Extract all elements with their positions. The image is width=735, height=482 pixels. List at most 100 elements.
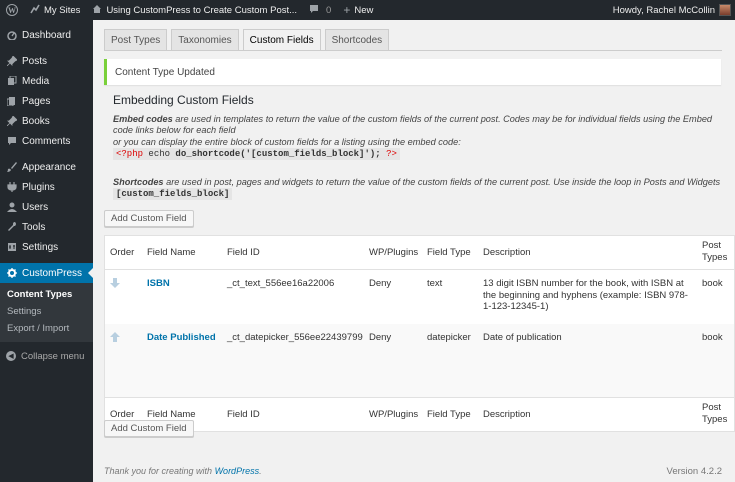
tab-custom-fields[interactable]: Custom Fields <box>242 29 321 51</box>
sidebar-item-appearance[interactable]: Appearance <box>0 157 93 177</box>
move-up-button[interactable] <box>110 332 120 346</box>
submenu-content-types[interactable]: Content Types <box>0 286 93 303</box>
sidebar-item-label: Books <box>22 115 50 127</box>
admin-sidebar: Dashboard Posts Media Pages Books Commen… <box>0 20 93 482</box>
field-type: datepicker <box>427 332 471 343</box>
sidebar-item-label: Tools <box>22 221 46 233</box>
add-custom-field-button-top[interactable]: Add Custom Field <box>104 210 194 227</box>
wp-logo-button[interactable]: W <box>0 0 24 20</box>
field-description: 13 digit ISBN number for the book, with … <box>483 278 688 312</box>
field-description: Date of publication <box>483 332 562 343</box>
sidebar-item-posts[interactable]: Posts <box>0 51 93 71</box>
new-label: New <box>354 4 374 16</box>
dashboard-icon <box>6 30 17 41</box>
table-footer-row: Order Field Name Field ID WP/Plugins Fie… <box>105 397 734 431</box>
header-field-type: Field Type <box>427 247 471 258</box>
arrow-down-icon <box>110 278 120 288</box>
submenu-export-import[interactable]: Export / Import <box>0 320 93 337</box>
thanks-suffix: . <box>259 466 262 476</box>
sidebar-item-custompress[interactable]: CustomPress <box>0 263 93 283</box>
shortcode-snippet: [custom_fields_block] <box>113 188 233 201</box>
sidebar-item-label: Users <box>22 201 49 213</box>
shortcodes-term: Shortcodes <box>113 177 164 187</box>
wordpress-link[interactable]: WordPress <box>215 466 260 476</box>
collapse-menu-button[interactable]: ◀ Collapse menu <box>0 346 93 366</box>
field-wp-plugins: Deny <box>369 332 392 343</box>
shortcodes-description: Shortcodes are used in post, pages and w… <box>113 177 733 201</box>
field-post-types: book <box>702 278 723 289</box>
my-sites-button[interactable]: My Sites <box>24 0 86 20</box>
sidebar-item-label: Pages <box>22 95 51 107</box>
add-custom-field-button-bottom[interactable]: Add Custom Field <box>104 420 194 437</box>
notice-text: Content Type Updated <box>115 66 215 78</box>
howdy-text: Howdy, Rachel McCollin <box>612 4 715 16</box>
shortcodes-text: are used in post, pages and widgets to r… <box>163 177 721 187</box>
thanks-prefix: Thank you for creating with <box>104 466 215 476</box>
sidebar-item-tools[interactable]: Tools <box>0 217 93 237</box>
php-close-tag: ?> <box>386 148 397 159</box>
site-title: Using CustomPress to Create Custom Post.… <box>106 4 298 16</box>
table-row: ISBN _ct_text_556ee16a22006 Deny text 13… <box>105 270 734 324</box>
updated-notice: Content Type Updated <box>104 59 721 85</box>
media-icon <box>6 76 17 87</box>
footer-field-type: Field Type <box>427 409 471 420</box>
php-open-tag: <?php <box>116 148 144 159</box>
field-wp-plugins: Deny <box>369 278 392 289</box>
custom-fields-table: Order Field Name Field ID WP/Plugins Fie… <box>104 235 735 432</box>
sidebar-item-comments[interactable]: Comments <box>0 131 93 151</box>
pin-icon <box>6 116 17 127</box>
sidebar-item-media[interactable]: Media <box>0 71 93 91</box>
field-name-link[interactable]: Date Published <box>147 332 216 344</box>
header-post-types: Post Types <box>702 240 728 263</box>
comment-bubble-icon <box>309 4 319 17</box>
settings-icon <box>6 242 17 253</box>
sidebar-item-users[interactable]: Users <box>0 197 93 217</box>
tab-post-types[interactable]: Post Types <box>104 29 168 51</box>
comments-count: 0 <box>326 4 332 16</box>
gear-icon <box>6 268 17 279</box>
plus-icon: + <box>343 3 351 17</box>
sidebar-item-plugins[interactable]: Plugins <box>0 177 93 197</box>
pin-icon <box>6 56 17 67</box>
sidebar-item-settings[interactable]: Settings <box>0 237 93 257</box>
sidebar-item-pages[interactable]: Pages <box>0 91 93 111</box>
custompress-submenu: Content Types Settings Export / Import <box>0 283 93 342</box>
footer-post-types: Post Types <box>702 402 728 425</box>
field-post-types: book <box>702 332 723 343</box>
user-icon <box>6 202 17 213</box>
my-sites-label: My Sites <box>44 4 81 16</box>
sidebar-item-dashboard[interactable]: Dashboard <box>0 25 93 45</box>
page-icon <box>6 96 17 107</box>
tab-taxonomies[interactable]: Taxonomies <box>171 29 239 51</box>
sidebar-item-label: Plugins <box>22 181 55 193</box>
nav-tabs: Post Types Taxonomies Custom Fields Shor… <box>104 29 393 51</box>
embed-text-2: or you can display the entire block of c… <box>113 136 461 147</box>
new-content-button[interactable]: + New <box>337 0 379 20</box>
wrench-icon <box>6 222 17 233</box>
code-echo: echo <box>143 148 176 159</box>
brush-icon <box>6 162 17 173</box>
footer-thanks: Thank you for creating with WordPress. <box>104 466 262 476</box>
footer-wp-plugins: WP/Plugins <box>369 409 419 420</box>
embed-text-1: are used in templates to return the valu… <box>113 114 713 136</box>
collapse-label: Collapse menu <box>21 350 85 362</box>
submenu-settings[interactable]: Settings <box>0 303 93 320</box>
footer-description: Description <box>483 409 531 420</box>
my-account-button[interactable]: Howdy, Rachel McCollin <box>607 0 735 20</box>
sidebar-item-books[interactable]: Books <box>0 111 93 131</box>
embed-code-snippet: <?php echo do_shortcode('[custom_fields_… <box>113 147 400 160</box>
tab-shortcodes[interactable]: Shortcodes <box>324 29 390 51</box>
comments-button[interactable]: 0 <box>303 0 337 20</box>
field-name-link[interactable]: ISBN <box>147 278 170 290</box>
tabs-divider <box>104 50 722 51</box>
footer-field-id: Field ID <box>227 409 260 420</box>
main-content: Post Types Taxonomies Custom Fields Shor… <box>93 20 735 482</box>
move-down-button[interactable] <box>110 278 120 292</box>
wordpress-logo-icon: W <box>6 4 18 16</box>
site-name-button[interactable]: Using CustomPress to Create Custom Post.… <box>86 0 303 20</box>
avatar <box>719 4 731 16</box>
admin-bar: W My Sites Using CustomPress to Create C… <box>0 0 735 20</box>
header-wp-plugins: WP/Plugins <box>369 247 419 258</box>
plug-icon <box>6 182 17 193</box>
sidebar-item-label: Settings <box>22 241 59 253</box>
